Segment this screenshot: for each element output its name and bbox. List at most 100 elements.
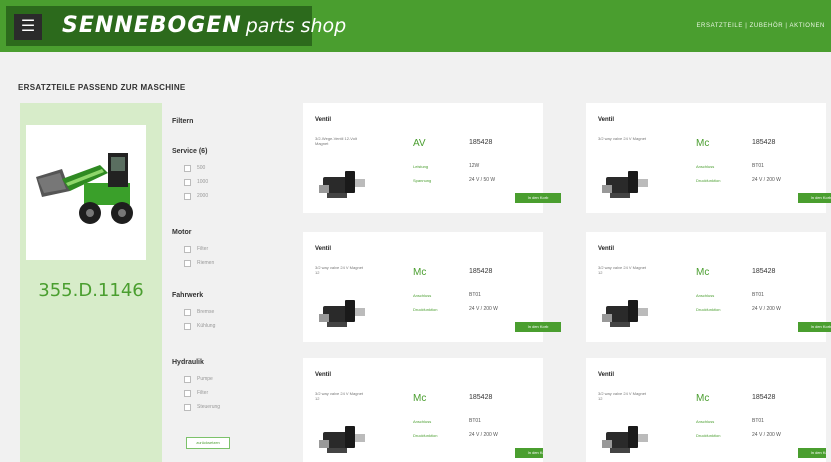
spec-value: BT01 — [752, 292, 764, 298]
checkbox[interactable] — [184, 322, 191, 330]
filter-group-motor: Motor Filter Riemen — [172, 229, 214, 270]
product-number: 185428 — [469, 139, 493, 146]
filter-option-label: Pumpe — [197, 376, 213, 382]
spec-label: Druckfunktion — [696, 433, 721, 438]
filter-group-title[interactable]: Motor — [172, 229, 214, 236]
filter-option-label: Filter — [197, 246, 209, 252]
valve-product-icon — [602, 171, 648, 198]
filter-group-title[interactable]: Hydraulik — [172, 359, 220, 366]
spec-value: 24 V / 200 W — [752, 306, 781, 312]
product-description: 3/2 way valve 24 V Magnet 12 — [598, 391, 647, 401]
filter-reset-button[interactable]: zurücksetzen — [186, 437, 230, 449]
filter-option-label: 500 — [197, 165, 206, 171]
spec-value: BT01 — [469, 292, 481, 298]
product-card[interactable]: Ventil 3/2-Wege-Ventil 12-Volt Magnet AV… — [303, 103, 561, 213]
product-brand: AV — [413, 138, 426, 149]
site-logo[interactable]: SENNEBOGEN parts shop — [62, 13, 346, 38]
product-number: 185428 — [752, 268, 776, 275]
product-card[interactable]: Ventil 3/2 way valve 24 V Magnet 12 Mc 1… — [303, 232, 561, 342]
checkbox[interactable] — [184, 403, 191, 411]
valve-product-icon — [319, 300, 365, 327]
product-brand: Mc — [696, 267, 710, 278]
product-brand: Mc — [413, 267, 427, 278]
filter-option[interactable]: Filter — [184, 386, 220, 400]
checkbox[interactable] — [184, 259, 191, 267]
filter-group-hydraulik: Hydraulik Pumpe Filter Steuerung — [172, 359, 220, 414]
logo-text: SENNEBOGEN — [62, 13, 242, 38]
spec-label: Anschluss — [413, 419, 432, 424]
product-brand: Mc — [413, 393, 427, 404]
product-title: Ventil — [315, 117, 332, 123]
add-to-cart-button[interactable]: In den Korb — [515, 448, 543, 458]
product-card[interactable]: Ventil 3/2 way valve 24 V Magnet Mc 1854… — [586, 103, 831, 213]
checkbox[interactable] — [184, 245, 191, 253]
spec-value: 24 V / 50 W — [469, 177, 496, 183]
filter-option-label: 1000 — [197, 179, 209, 185]
telehandler-machine-icon — [26, 125, 146, 260]
checkbox[interactable] — [184, 164, 191, 172]
spec-label: Spannung — [413, 178, 432, 183]
section-title: ERSATZTEILE PASSEND ZUR MASCHINE — [18, 83, 186, 92]
product-title: Ventil — [598, 372, 615, 378]
filter-option[interactable]: 2000 — [184, 189, 208, 203]
add-to-cart-button[interactable]: In den Korb — [515, 322, 561, 332]
spec-value: 24 V / 200 W — [752, 177, 781, 183]
spec-label: Druckfunktion — [696, 178, 721, 183]
filter-option[interactable]: Steuerung — [184, 400, 220, 414]
product-number: 185428 — [752, 139, 776, 146]
spec-value: BT01 — [752, 163, 764, 169]
checkbox[interactable] — [184, 389, 191, 397]
hamburger-menu-icon[interactable]: ☰ — [14, 14, 42, 40]
checkbox[interactable] — [184, 308, 191, 316]
filter-option-label: 2000 — [197, 193, 209, 199]
filter-option[interactable]: Kühlung — [184, 319, 215, 333]
product-description: 3/2 way valve 24 V Magnet — [598, 136, 647, 141]
add-to-cart-button[interactable]: In den Korb — [515, 193, 561, 203]
spec-value: 24 V / 200 W — [469, 432, 498, 438]
spec-value: BT01 — [469, 418, 481, 424]
top-nav-link[interactable]: ERSATZTEILE | ZUBEHÖR | AKTIONEN — [696, 23, 825, 29]
product-title: Ventil — [315, 372, 332, 378]
valve-product-icon — [602, 300, 648, 327]
filter-option-label: Kühlung — [197, 323, 216, 329]
checkbox[interactable] — [184, 192, 191, 200]
spec-label: Anschluss — [696, 164, 715, 169]
product-card[interactable]: Ventil 3/2 way valve 24 V Magnet 12 Mc 1… — [586, 232, 831, 342]
filter-option-label: Bremse — [197, 309, 215, 315]
filter-option[interactable]: Bremse — [184, 305, 215, 319]
product-card[interactable]: Ventil 3/2 way valve 24 V Magnet 12 Mc 1… — [303, 358, 543, 462]
product-brand: Mc — [696, 393, 710, 404]
product-number: 185428 — [469, 268, 493, 275]
filter-option[interactable]: Riemen — [184, 256, 214, 270]
product-card[interactable]: Ventil 3/2 way valve 24 V Magnet 12 Mc 1… — [586, 358, 826, 462]
add-to-cart-button[interactable]: In den Korb — [798, 322, 831, 332]
spec-label: Druckfunktion — [413, 307, 438, 312]
filter-option-label: Riemen — [197, 260, 215, 266]
product-description: 3/2 way valve 24 V Magnet 12 — [598, 265, 647, 275]
filter-option[interactable]: Pumpe — [184, 372, 220, 386]
spec-label: Anschluss — [413, 293, 432, 298]
filter-group-service: Service (6) 500 1000 2000 — [172, 148, 208, 203]
spec-label: Anschluss — [696, 419, 715, 424]
spec-label: Druckfunktion — [413, 433, 438, 438]
filter-option[interactable]: 500 — [184, 161, 208, 175]
filter-group-fahrwerk: Fahrwerk Bremse Kühlung — [172, 292, 215, 333]
spec-value: 24 V / 200 W — [469, 306, 498, 312]
product-description: 3/2-Wege-Ventil 12-Volt Magnet — [315, 136, 357, 146]
product-title: Ventil — [598, 246, 615, 252]
product-number: 185428 — [752, 394, 776, 401]
add-to-cart-button[interactable]: In den Korb — [798, 193, 831, 203]
spec-value: 12W — [469, 163, 480, 169]
valve-product-icon — [319, 171, 365, 198]
checkbox[interactable] — [184, 375, 191, 383]
filter-option-label: Steuerung — [197, 404, 221, 410]
filter-option[interactable]: 1000 — [184, 175, 208, 189]
checkbox[interactable] — [184, 178, 191, 186]
add-to-cart-button[interactable]: In den Korb — [798, 448, 826, 458]
filter-option[interactable]: Filter — [184, 242, 214, 256]
spec-label: Druckfunktion — [696, 307, 721, 312]
filter-group-title[interactable]: Fahrwerk — [172, 292, 215, 299]
filter-group-title[interactable]: Service (6) — [172, 148, 208, 155]
spec-label: Leistung — [413, 164, 429, 169]
spec-value: BT01 — [752, 418, 764, 424]
